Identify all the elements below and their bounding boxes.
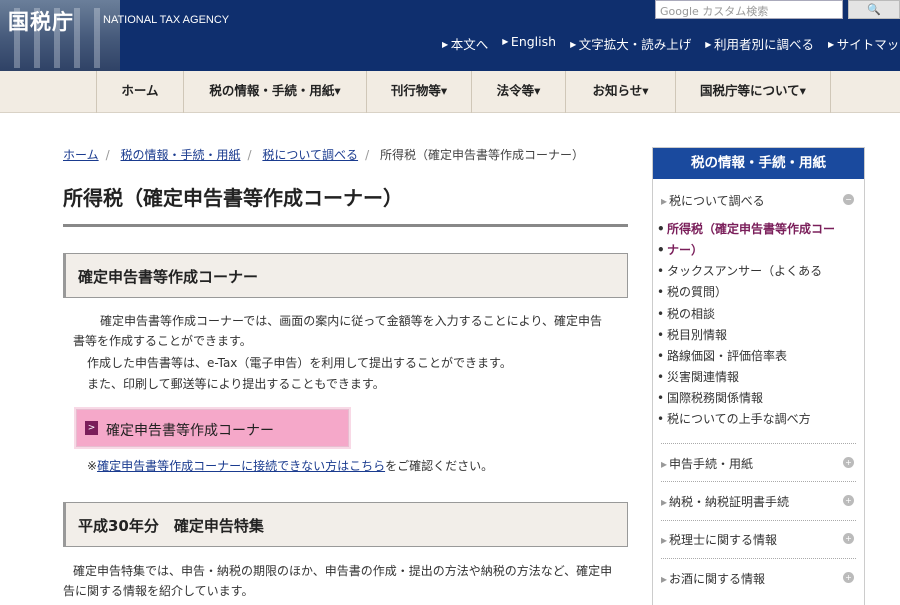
special-text-line1: 確定申告特集では、申告・納税の期限のほか、申告書の作成・提出の方法や納税の方法な… <box>73 564 613 578</box>
collapse-icon: − <box>843 194 854 205</box>
util-link-english[interactable]: English <box>502 34 556 53</box>
gnav-home[interactable]: ホーム <box>96 71 183 113</box>
breadcrumb-home[interactable]: ホーム <box>63 148 99 162</box>
expand-icon: + <box>843 495 854 506</box>
global-nav: ホーム 税の情報・手続・用紙▾ 刊行物等▾ 法令等▾ お知らせ▾ 国税庁等につい… <box>0 71 900 113</box>
sidebar-item-research[interactable]: 税について調べる− <box>661 192 856 209</box>
breadcrumb-current: 所得税（確定申告書等作成コーナー） <box>379 148 584 162</box>
search-input[interactable]: Google カスタム検索 <box>655 0 843 19</box>
sidebar-item-liquor[interactable]: お酒に関する情報+ <box>661 570 856 587</box>
section-heading-2: 平成30年分 確定申告特集 <box>78 517 264 535</box>
sidebar-sub-by-tax[interactable]: 税目別情報 <box>657 325 727 346</box>
gnav-tax-info[interactable]: 税の情報・手続・用紙▾ <box>183 71 366 113</box>
search-placeholder: Google カスタム検索 <box>660 5 769 18</box>
sidebar-heading: 税の情報・手続・用紙 <box>653 148 864 179</box>
expand-icon: + <box>843 572 854 583</box>
util-link-by-user[interactable]: 利用者別に調べる <box>705 34 814 53</box>
connection-help-link[interactable]: 確定申告書等作成コーナーに接続できない方はこちら <box>97 459 385 473</box>
gnav-about[interactable]: 国税庁等について▾ <box>675 71 831 113</box>
util-link-text-size[interactable]: 文字拡大・読み上げ <box>570 34 692 53</box>
site-header: 国税庁 NATIONAL TAX AGENCY Google カスタム検索 🔍 … <box>0 0 900 71</box>
arrow-right-icon: > <box>85 421 98 435</box>
gnav-publications[interactable]: 刊行物等▾ <box>366 71 471 113</box>
intro-text-line1: 確定申告書等作成コーナーでは、画面の案内に従って金額等を入力することにより、確定… <box>100 314 602 328</box>
breadcrumb-tax-info[interactable]: 税の情報・手続・用紙 <box>121 148 241 162</box>
create-return-button[interactable]: > 確定申告書等作成コーナー <box>76 409 349 447</box>
search-button[interactable]: 🔍 <box>848 0 900 19</box>
util-link-skip[interactable]: 本文へ <box>442 34 489 53</box>
site-logo-english: NATIONAL TAX AGENCY <box>103 14 230 26</box>
sidebar-sub-current-cont[interactable]: ナー） <box>657 240 703 261</box>
search-icon: 🔍 <box>867 3 881 16</box>
util-link-sitemap[interactable]: サイトマップ <box>828 34 900 53</box>
utility-nav: 本文へ English 文字拡大・読み上げ 利用者別に調べる サイトマップ <box>442 34 900 53</box>
expand-icon: + <box>843 457 854 468</box>
breadcrumb: ホーム / 税の情報・手続・用紙 / 税について調べる / 所得税（確定申告書等作成コ… <box>63 148 584 162</box>
intro-text-line2: 書等を作成することができます。 <box>73 334 252 348</box>
section-heading-box-2: 平成30年分 確定申告特集 <box>63 502 628 547</box>
gnav-news[interactable]: お知らせ▾ <box>565 71 675 113</box>
sidebar-sub-disaster[interactable]: 災害関連情報 <box>657 367 739 388</box>
sidebar-sub-consult[interactable]: 税の相談 <box>657 304 715 325</box>
sidebar-item-procedures[interactable]: 申告手続・用紙+ <box>661 455 856 472</box>
sidebar-sub-current[interactable]: 所得税（確定申告書等作成コー <box>657 219 835 240</box>
section-heading-box: 確定申告書等作成コーナー <box>63 253 628 298</box>
sidebar-item-tax-accountant[interactable]: 税理士に関する情報+ <box>661 531 856 548</box>
create-return-label: 確定申告書等作成コーナー <box>106 423 274 439</box>
sidebar-sub-rosenka[interactable]: 路線価図・評価倍率表 <box>657 346 787 367</box>
page-title: 所得税（確定申告書等作成コーナー） <box>63 186 403 210</box>
title-divider <box>63 224 628 227</box>
sidebar-sub-howto[interactable]: 税についての上手な調べ方 <box>657 409 811 430</box>
sidebar-sub-taxanswer[interactable]: タックスアンサー（よくある <box>657 261 822 282</box>
sidebar-sub-international[interactable]: 国際税務関係情報 <box>657 388 763 409</box>
special-text-line2: 告に関する情報を紹介しています。 <box>63 584 254 598</box>
section-heading: 確定申告書等作成コーナー <box>78 268 259 286</box>
mail-text: また、印刷して郵送等により提出することもできます。 <box>87 377 385 391</box>
sidebar-item-payment[interactable]: 納税・納税証明書手続+ <box>661 493 856 510</box>
connection-note: ※確定申告書等作成コーナーに接続できない方はこちらをご確認ください。 <box>87 459 494 473</box>
breadcrumb-research[interactable]: 税について調べる <box>262 148 358 162</box>
expand-icon: + <box>843 533 854 544</box>
sidebar-sub-taxanswer-cont[interactable]: 税の質問） <box>657 282 727 303</box>
sidebar: 税の情報・手続・用紙 税について調べる− 所得税（確定申告書等作成コー ナー） … <box>652 147 865 605</box>
etax-text: 作成した申告書等は、e-Tax（電子申告）を利用して提出することができます。 <box>87 356 512 370</box>
gnav-laws[interactable]: 法令等▾ <box>471 71 565 113</box>
site-logo[interactable]: 国税庁 <box>8 6 74 36</box>
